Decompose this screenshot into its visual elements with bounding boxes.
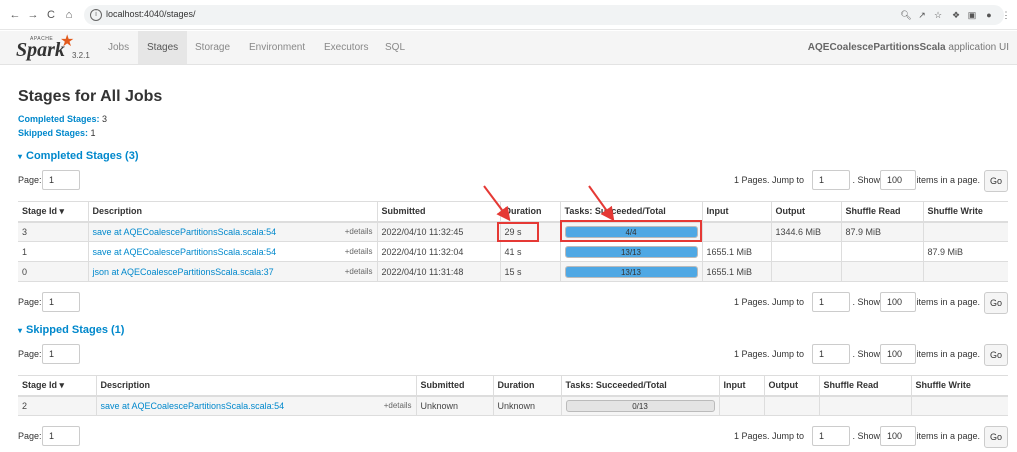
tasks-arrow (588, 185, 615, 222)
annotation-arrows (483, 185, 615, 222)
duration-arrow (483, 185, 511, 222)
